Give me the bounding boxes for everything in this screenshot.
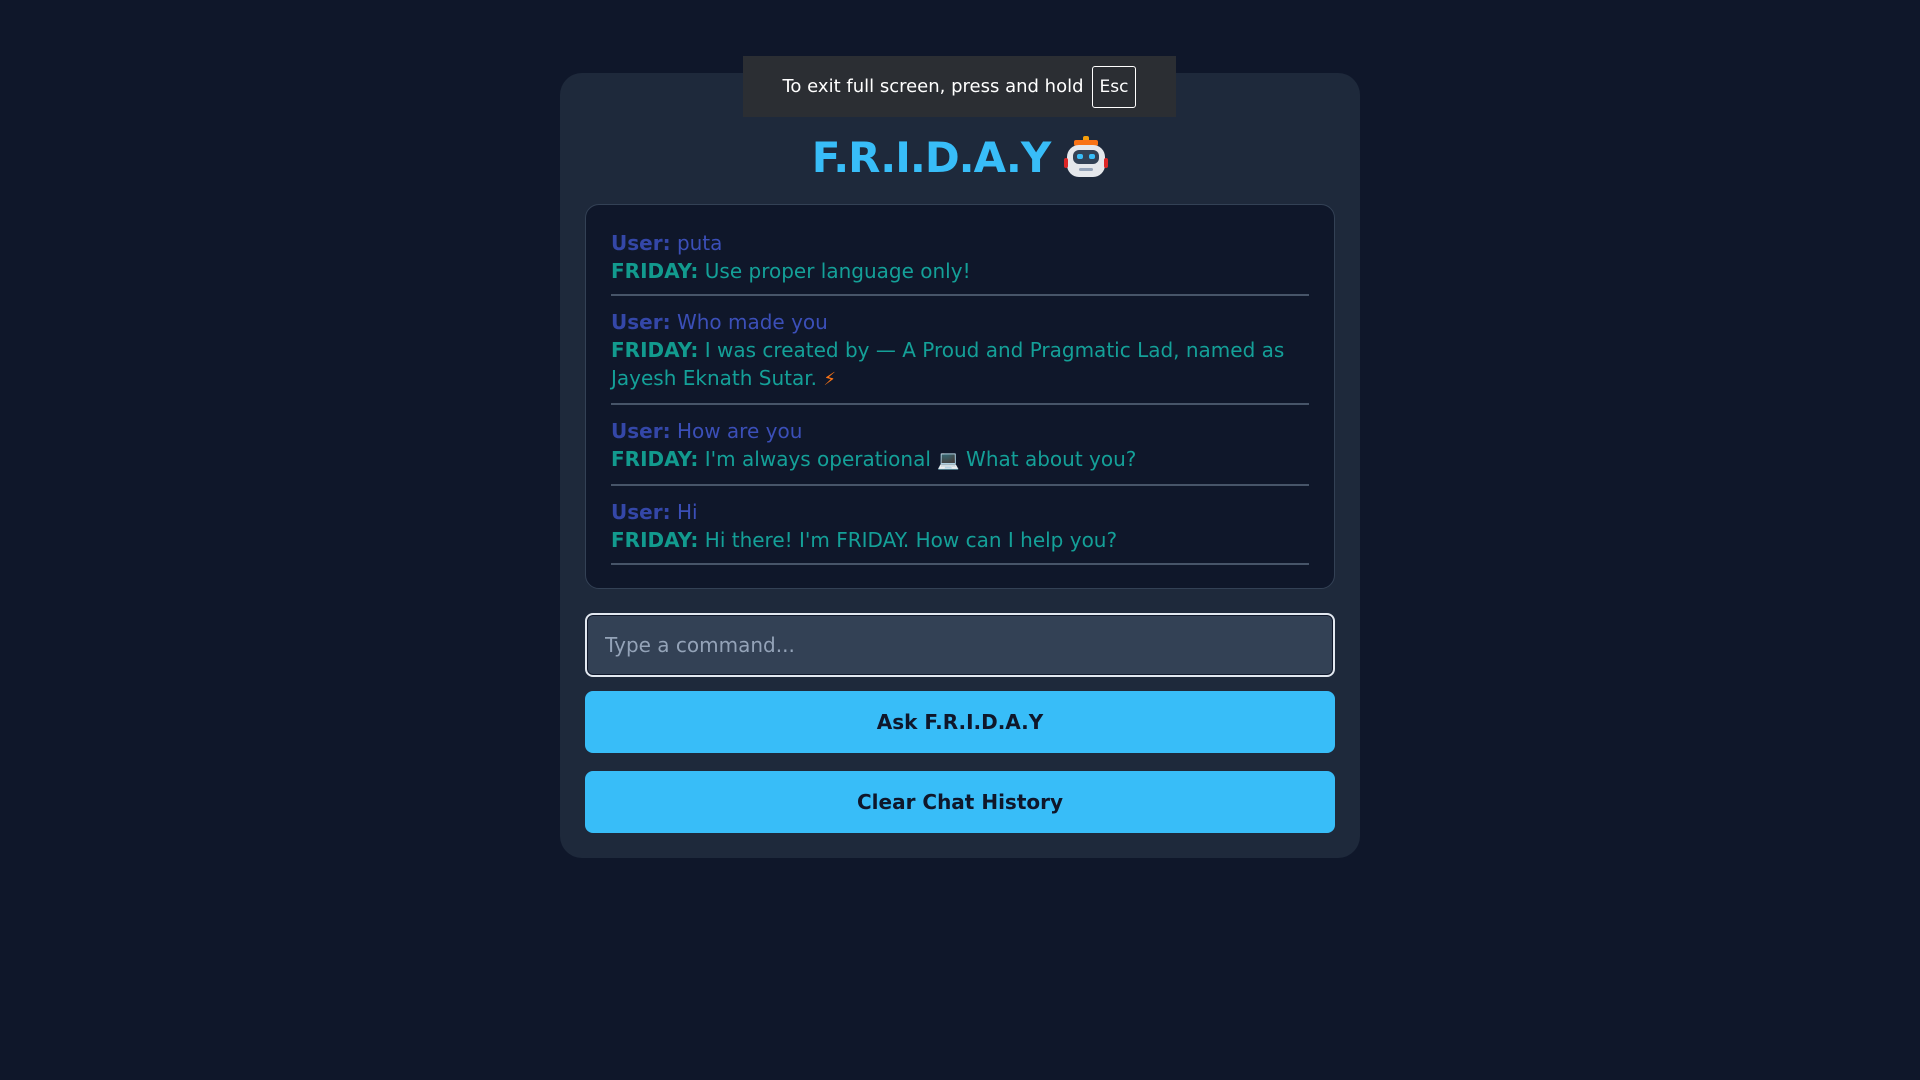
header: F.R.I.D.A.Y: [560, 127, 1360, 187]
page: F.R.I.D.A.Y User: puta FRIDAY: Use prope…: [0, 0, 1920, 1080]
user-message: User: Who made you: [611, 308, 1309, 336]
bot-message: FRIDAY: I was created by — A Proud and P…: [611, 336, 1309, 394]
chat-exchange: User: Hi FRIDAY: Hi there! I'm FRIDAY. H…: [611, 498, 1309, 565]
user-text: puta: [676, 231, 723, 255]
user-label: User:: [611, 419, 671, 443]
bot-label: FRIDAY:: [611, 259, 699, 283]
user-label: User:: [611, 231, 671, 255]
bot-label: FRIDAY:: [611, 338, 699, 362]
bot-message: FRIDAY: Hi there! I'm FRIDAY. How can I …: [611, 526, 1309, 554]
chat-history[interactable]: User: puta FRIDAY: Use proper language o…: [585, 204, 1335, 589]
user-text: Hi: [676, 500, 698, 524]
bot-label: FRIDAY:: [611, 447, 699, 471]
chat-exchange: User: puta FRIDAY: Use proper language o…: [611, 229, 1309, 296]
fullscreen-exit-toast: To exit full screen, press and hold Esc: [743, 56, 1176, 117]
bot-text: Use proper language only!: [704, 259, 971, 283]
bot-message: FRIDAY: Use proper language only!: [611, 257, 1309, 285]
toast-text: To exit full screen, press and hold: [782, 76, 1084, 97]
app-title: F.R.I.D.A.Y: [811, 132, 1052, 182]
chat-exchange: User: Who made you FRIDAY: I was created…: [611, 308, 1309, 405]
user-text: Who made you: [676, 310, 828, 334]
assistant-card: F.R.I.D.A.Y User: puta FRIDAY: Use prope…: [560, 73, 1360, 858]
clear-history-button[interactable]: Clear Chat History: [585, 771, 1335, 833]
bot-text: Hi there! I'm FRIDAY. How can I help you…: [704, 528, 1118, 552]
esc-key-badge: Esc: [1091, 65, 1137, 108]
user-message: User: puta: [611, 229, 1309, 257]
lightning-icon: ⚡: [823, 369, 836, 390]
command-input[interactable]: [585, 613, 1335, 677]
bot-label: FRIDAY:: [611, 528, 699, 552]
bot-text-continued: What about you?: [966, 447, 1137, 471]
user-message: User: How are you: [611, 417, 1309, 445]
bot-text: I'm always operational: [704, 447, 931, 471]
user-text: How are you: [676, 419, 803, 443]
user-message: User: Hi: [611, 498, 1309, 526]
bot-text: I was created by — A Proud and Pragmatic…: [611, 338, 1285, 390]
user-label: User:: [611, 310, 671, 334]
ask-friday-button[interactable]: Ask F.R.I.D.A.Y: [585, 691, 1335, 753]
bot-message: FRIDAY: I'm always operational 💻 What ab…: [611, 445, 1309, 475]
user-label: User:: [611, 500, 671, 524]
laptop-icon: 💻: [937, 450, 960, 471]
chat-exchange: User: How are you FRIDAY: I'm always ope…: [611, 417, 1309, 486]
robot-icon: [1064, 134, 1109, 180]
